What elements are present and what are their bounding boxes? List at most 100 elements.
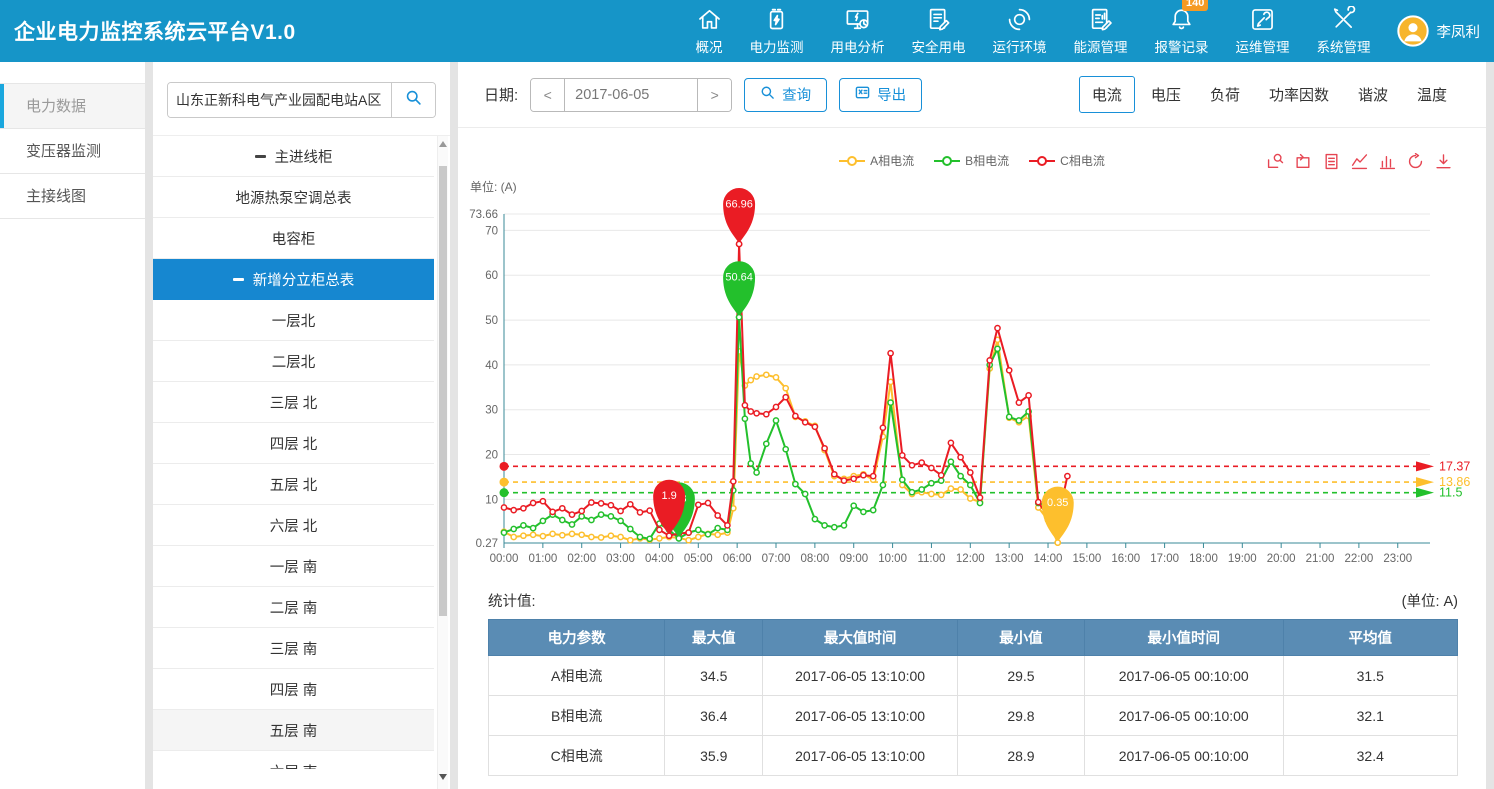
- svg-text:17.37: 17.37: [1439, 459, 1470, 473]
- svg-text:22:00: 22:00: [1344, 553, 1373, 565]
- tree-node-2[interactable]: 电容柜: [153, 218, 434, 259]
- svg-text:30: 30: [485, 405, 498, 417]
- tree-node-7[interactable]: 四层 北: [153, 423, 434, 464]
- prev-day-button[interactable]: <: [531, 79, 565, 111]
- tree-node-8[interactable]: 五层 北: [153, 464, 434, 505]
- tab-负荷[interactable]: 负荷: [1197, 76, 1253, 113]
- tab-电流[interactable]: 电流: [1079, 76, 1135, 113]
- nav-item-ops-mgmt[interactable]: 运维管理: [1236, 6, 1290, 56]
- svg-text:13:00: 13:00: [995, 553, 1024, 565]
- tree-node-9[interactable]: 六层 北: [153, 505, 434, 546]
- search-icon: [405, 89, 422, 111]
- query-button[interactable]: 查询: [744, 78, 827, 112]
- tree-node-6[interactable]: 三层 北: [153, 382, 434, 423]
- tree-node-11[interactable]: 二层 南: [153, 587, 434, 628]
- collapse-minus-icon[interactable]: [255, 155, 266, 158]
- sidebar-item-1[interactable]: 变压器监测: [0, 129, 145, 174]
- tree-scrollbar-thumb[interactable]: [439, 166, 447, 616]
- stats-cell: C相电流: [489, 736, 665, 776]
- stats-header-cell: 平均值: [1283, 620, 1457, 656]
- tree-node-13[interactable]: 四层 南: [153, 669, 434, 710]
- alarm-count-badge: 140: [1182, 0, 1208, 11]
- tree-node-1[interactable]: 地源热泵空调总表: [153, 177, 434, 218]
- svg-text:66.96: 66.96: [725, 199, 753, 211]
- nav-item-system-mgmt[interactable]: 系统管理: [1317, 6, 1371, 56]
- nav-item-power-monitor[interactable]: 电力监测: [750, 6, 804, 56]
- restore-icon[interactable]: [1407, 153, 1424, 175]
- svg-text:50.64: 50.64: [725, 272, 753, 284]
- tab-功率因数[interactable]: 功率因数: [1256, 76, 1342, 113]
- home-icon: [696, 6, 723, 33]
- sidebar-item-0[interactable]: 电力数据: [0, 84, 145, 129]
- stats-header-row: 电力参数最大值最大值时间最小值最小值时间平均值: [489, 620, 1458, 656]
- svg-text:40: 40: [485, 360, 498, 372]
- nav-item-safe-power[interactable]: 安全用电: [912, 6, 966, 56]
- station-search-box: [167, 82, 436, 118]
- nav-item-label: 能源管理: [1074, 36, 1128, 56]
- export-button[interactable]: 导出: [839, 78, 922, 112]
- zoom-reset-icon[interactable]: [1295, 153, 1312, 175]
- nav-item-energy-mgmt[interactable]: 能源管理: [1074, 6, 1128, 56]
- collapse-minus-icon[interactable]: [233, 278, 244, 281]
- scroll-down-arrow[interactable]: [438, 771, 448, 783]
- metric-tabs: 电流电压负荷功率因数谐波温度: [1079, 76, 1460, 113]
- next-day-button[interactable]: >: [697, 79, 731, 111]
- tree-node-14[interactable]: 五层 南: [153, 710, 434, 751]
- tree-scrollbar[interactable]: [437, 136, 448, 789]
- tab-电压[interactable]: 电压: [1138, 76, 1194, 113]
- svg-text:01:00: 01:00: [528, 553, 557, 565]
- tree-node-5[interactable]: 二层北: [153, 341, 434, 382]
- date-input[interactable]: [565, 79, 697, 111]
- tree-node-0[interactable]: 主进线柜: [153, 136, 434, 177]
- chart-area: A相电流 B相电流 C相电流 单位: (A)0.2710203040506070…: [458, 128, 1486, 590]
- svg-text:05:00: 05:00: [684, 553, 713, 565]
- download-icon[interactable]: [1435, 153, 1452, 175]
- svg-text:00:00: 00:00: [490, 553, 519, 565]
- stats-row-2: C相电流35.92017-06-05 13:10:0028.92017-06-0…: [489, 736, 1458, 776]
- scroll-up-arrow[interactable]: [438, 138, 448, 150]
- tree-node-12[interactable]: 三层 南: [153, 628, 434, 669]
- search-button[interactable]: [391, 83, 435, 117]
- nav-item-label: 报警记录: [1155, 36, 1209, 56]
- data-view-icon[interactable]: [1323, 153, 1340, 175]
- svg-text:0.35: 0.35: [1047, 497, 1068, 509]
- nav-item-label: 安全用电: [912, 36, 966, 56]
- station-search-input[interactable]: [168, 83, 391, 117]
- tree-node-10[interactable]: 一层 南: [153, 546, 434, 587]
- legend-item-B相电流[interactable]: B相电流: [934, 152, 1009, 169]
- tree-node-15[interactable]: 六层 南: [153, 751, 434, 769]
- nav-item-alarm-log[interactable]: 140 报警记录: [1155, 6, 1209, 56]
- svg-text:06:00: 06:00: [723, 553, 752, 565]
- svg-text:20:00: 20:00: [1267, 553, 1296, 565]
- nav-item-label: 系统管理: [1317, 36, 1371, 56]
- stats-cell: 2017-06-05 00:10:00: [1084, 656, 1283, 696]
- nav-item-overview[interactable]: 概况: [696, 6, 723, 56]
- square-wrench-icon: [1249, 6, 1276, 33]
- tab-谐波[interactable]: 谐波: [1345, 76, 1401, 113]
- stats-cell: 28.9: [957, 736, 1084, 776]
- tree-node-label: 地源热泵空调总表: [236, 187, 352, 208]
- svg-text:02:00: 02:00: [567, 553, 596, 565]
- tab-温度[interactable]: 温度: [1404, 76, 1460, 113]
- line-type-icon[interactable]: [1351, 153, 1368, 175]
- nav-item-usage-analysis[interactable]: 用电分析: [831, 6, 885, 56]
- target-icon: [1006, 6, 1033, 33]
- svg-text:23:00: 23:00: [1383, 553, 1412, 565]
- legend-item-A相电流[interactable]: A相电流: [839, 152, 914, 169]
- nav-item-environment[interactable]: 运行环境: [993, 6, 1047, 56]
- device-tree-panel: 主进线柜 地源热泵空调总表 电容柜 新增分立柜总表 一层北 二层北 三层 北 四…: [153, 62, 450, 789]
- stats-header-cell: 最大值时间: [763, 620, 958, 656]
- user-menu[interactable]: 李凤利: [1397, 15, 1481, 47]
- bar-type-icon[interactable]: [1379, 153, 1396, 175]
- tree-node-label: 二层 南: [270, 597, 318, 618]
- tree-node-4[interactable]: 一层北: [153, 300, 434, 341]
- stats-table: 电力参数最大值最大值时间最小值最小值时间平均值A相电流34.52017-06-0…: [488, 619, 1458, 776]
- tree-node-3[interactable]: 新增分立柜总表: [153, 259, 434, 300]
- legend-item-C相电流[interactable]: C相电流: [1029, 152, 1105, 169]
- area-zoom-icon[interactable]: [1267, 153, 1284, 175]
- workspace: 电力数据变压器监测主接线图 主进线柜 地源热泵空调总表 电容柜 新增分立柜总表 …: [0, 62, 1494, 789]
- tree-node-label: 五层 北: [270, 474, 318, 495]
- left-sidebar: 电力数据变压器监测主接线图: [0, 62, 145, 789]
- user-name: 李凤利: [1437, 21, 1481, 42]
- sidebar-item-2[interactable]: 主接线图: [0, 174, 145, 219]
